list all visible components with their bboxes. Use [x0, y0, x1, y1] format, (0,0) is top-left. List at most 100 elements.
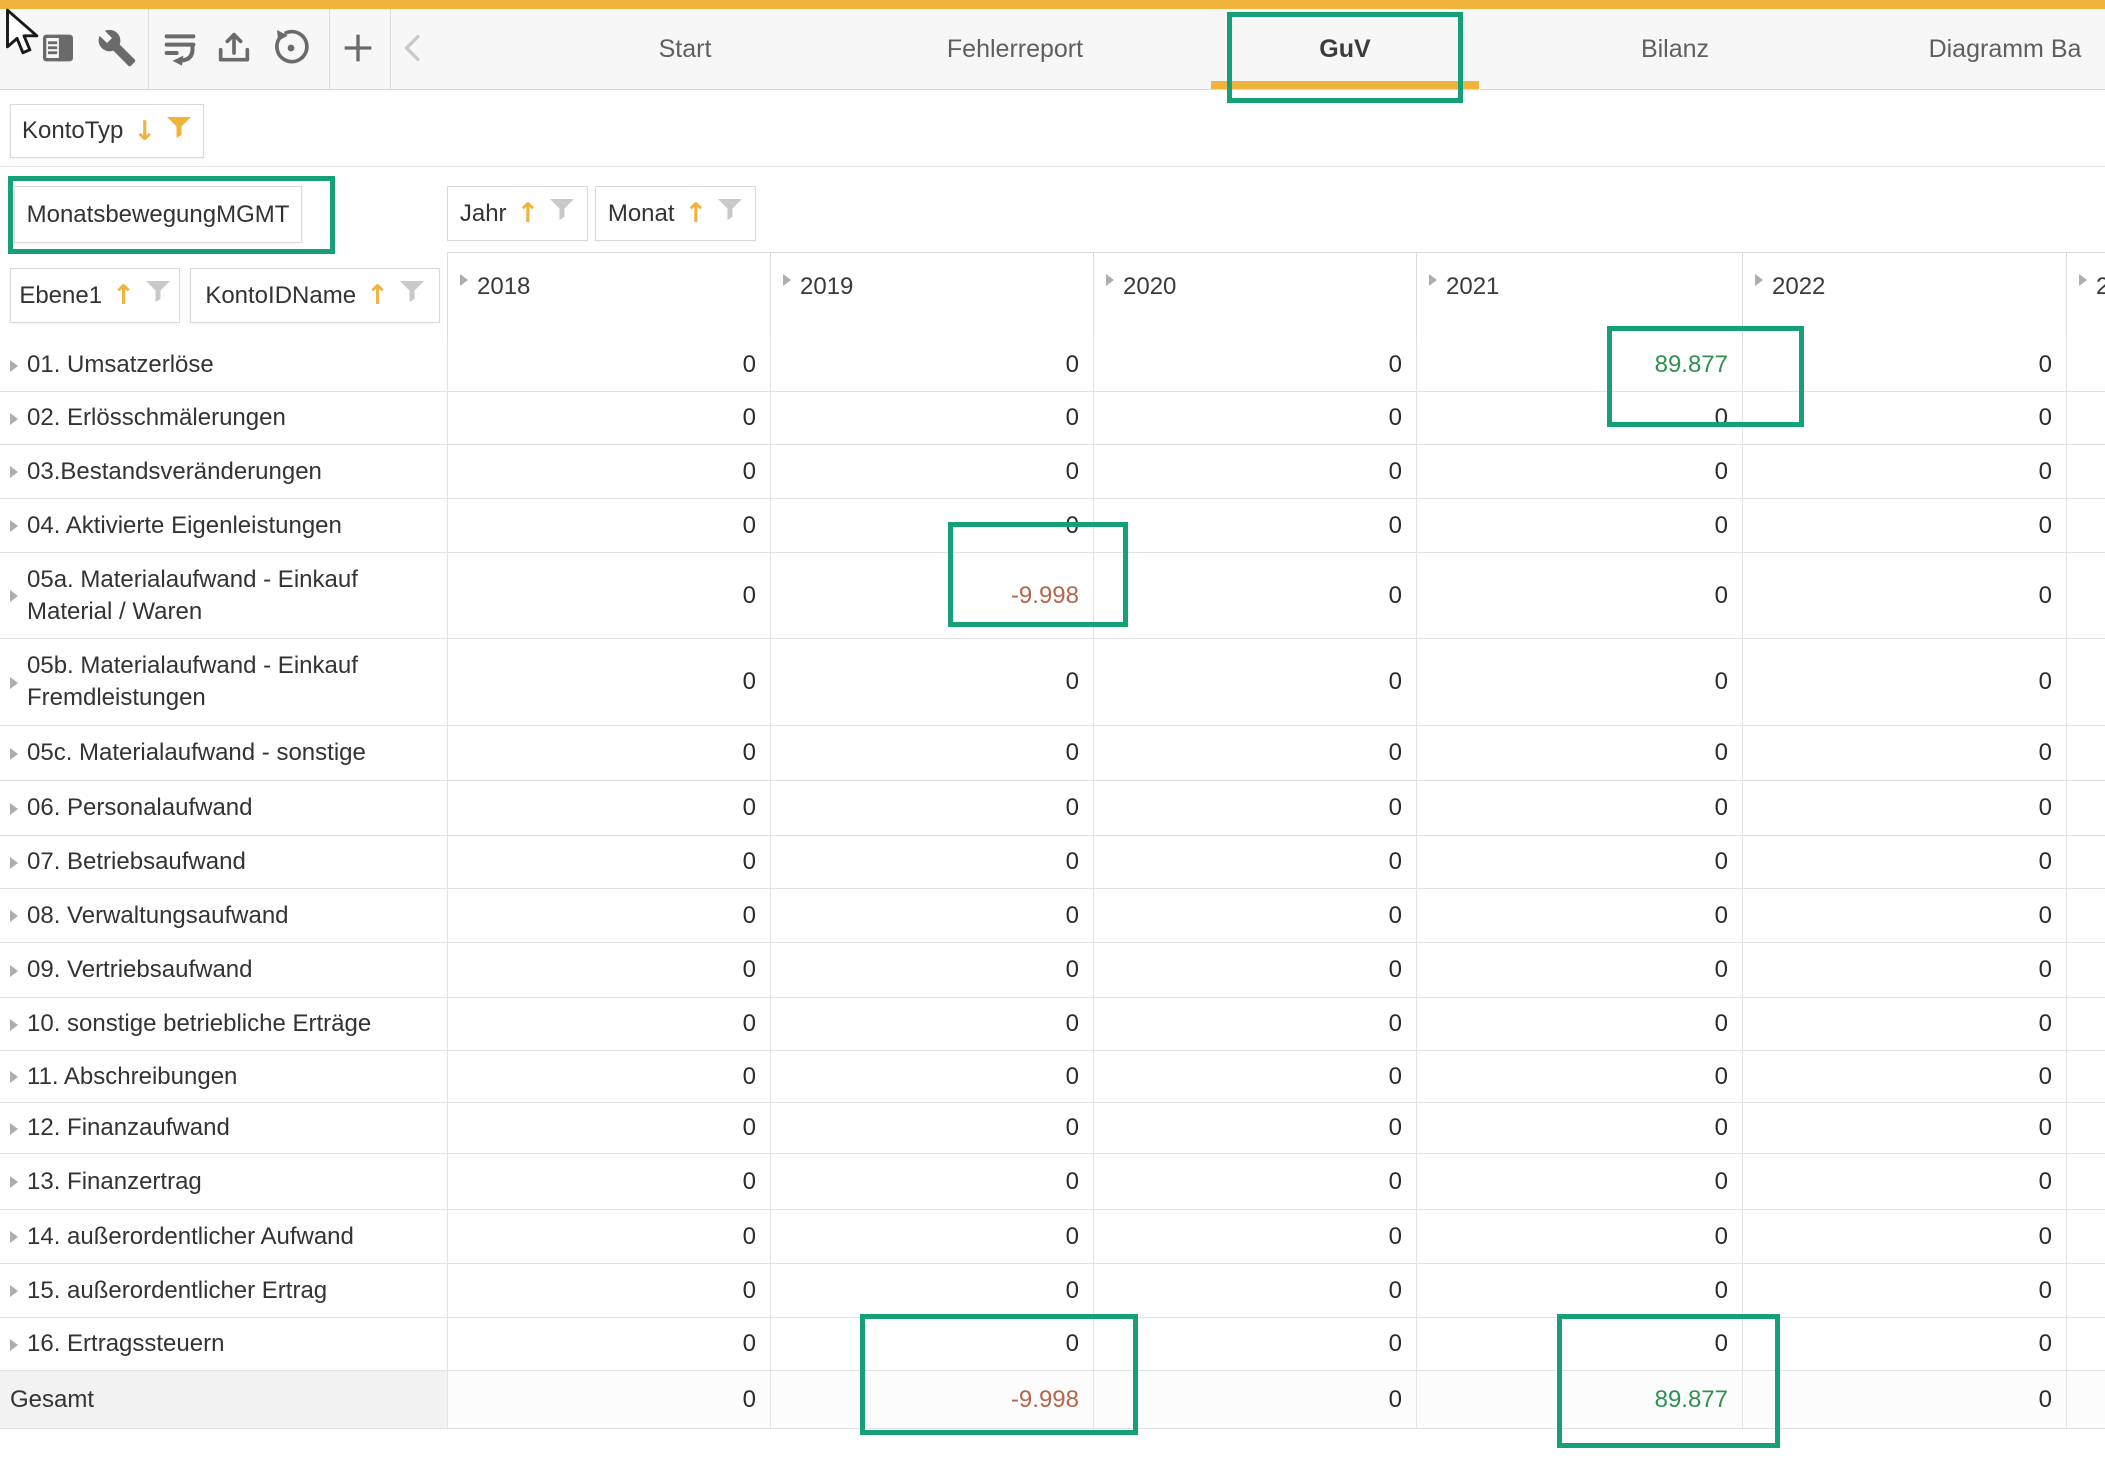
- row-label-cell[interactable]: 02. Erlösschmälerungen: [0, 392, 447, 444]
- value-cell: 0: [1742, 1051, 2066, 1102]
- tab-label: Fehlerreport: [947, 35, 1083, 64]
- row-field-kontoidname-button[interactable]: KontoIDName ↑: [190, 268, 440, 323]
- tab-bilanz[interactable]: Bilanz: [1510, 9, 1840, 89]
- table-row: 10. sonstige betriebliche Erträge00000: [0, 998, 2105, 1051]
- row-label: 10. sonstige betriebliche Erträge: [27, 1008, 371, 1040]
- value-cell: 0: [1742, 553, 2066, 638]
- row-label-cell[interactable]: 05c. Materialaufwand - sonstige: [0, 726, 447, 780]
- value-cell: 0: [1742, 1210, 2066, 1263]
- expand-triangle-icon: [10, 466, 18, 478]
- value-cell: 0: [1416, 499, 1742, 552]
- row-label: 13. Finanzertrag: [27, 1166, 202, 1198]
- back-chevron-icon: [398, 28, 432, 71]
- row-label-cell[interactable]: 03.Bestandsveränderungen: [0, 445, 447, 498]
- row-field-ebene1-button[interactable]: Ebene1 ↑: [10, 268, 180, 323]
- value-cell: 0: [1093, 836, 1416, 888]
- toolbar: Start Fehlerreport GuVBilanzDiagramm Ba: [0, 9, 2105, 90]
- list-import-button[interactable]: [157, 26, 203, 72]
- settings-wrench-button[interactable]: [94, 26, 140, 72]
- column-header-label: 2: [2096, 273, 2105, 301]
- value-cell: 0: [1093, 445, 1416, 498]
- value-cell: 0: [1093, 1103, 1416, 1153]
- row-label-cell[interactable]: 10. sonstige betriebliche Erträge: [0, 998, 447, 1050]
- column-header-2021[interactable]: 2021: [1416, 253, 1742, 339]
- expand-triangle-icon: [10, 910, 18, 922]
- value-cell: 0: [447, 726, 770, 780]
- measure-button[interactable]: MonatsbewegungMGMT: [14, 186, 302, 243]
- value-cell: -9.998: [770, 553, 1093, 638]
- column-header-2020[interactable]: 2020: [1093, 253, 1416, 339]
- filter-funnel-icon: [549, 198, 575, 229]
- value-cell: -9.998: [770, 1371, 1093, 1428]
- sort-descending-arrow: ↓: [133, 118, 156, 145]
- expand-triangle-icon: [10, 1285, 18, 1297]
- value-cell: 0: [1742, 1264, 2066, 1317]
- table-row: 15. außerordentlicher Ertrag00000: [0, 1264, 2105, 1318]
- value-cell: [2066, 499, 2105, 552]
- value-cell: 0: [1742, 1154, 2066, 1209]
- column-field-monat-button[interactable]: Monat ↑: [595, 186, 756, 241]
- value-cell: 0: [1416, 1318, 1742, 1370]
- row-label-cell[interactable]: 06. Personalaufwand: [0, 781, 447, 835]
- filter-funnel-icon: [145, 280, 171, 311]
- value-cell: 0: [1093, 889, 1416, 942]
- value-cell: [2066, 998, 2105, 1050]
- report-panel-button[interactable]: [35, 26, 81, 72]
- expand-triangle-icon: [10, 1176, 18, 1188]
- row-label-cell[interactable]: 14. außerordentlicher Aufwand: [0, 1210, 447, 1263]
- row-label-cell[interactable]: 11. Abschreibungen: [0, 1051, 447, 1102]
- value-cell: 0: [447, 1264, 770, 1317]
- value-cell: 0: [1742, 392, 2066, 444]
- expand-triangle-icon: [10, 1019, 18, 1031]
- year-column-headers: 2018 201920202021 2022 2: [447, 252, 2105, 340]
- export-upload-button[interactable]: [211, 26, 257, 72]
- value-cell: [2066, 781, 2105, 835]
- column-header-2[interactable]: 2: [2066, 253, 2105, 339]
- tab-guv[interactable]: GuV: [1180, 9, 1510, 89]
- row-label-cell[interactable]: 15. außerordentlicher Ertrag: [0, 1264, 447, 1317]
- row-label-cell[interactable]: 05a. Materialaufwand - Einkauf Material …: [0, 553, 447, 638]
- value-cell: 0: [1416, 1264, 1742, 1317]
- value-cell: [2066, 1103, 2105, 1153]
- history-restore-button[interactable]: [268, 26, 314, 72]
- value-cell: [2066, 639, 2105, 725]
- row-label-cell[interactable]: 12. Finanzaufwand: [0, 1103, 447, 1153]
- value-cell: 0: [447, 553, 770, 638]
- column-header-2019[interactable]: 2019: [770, 253, 1093, 339]
- row-label-cell[interactable]: 05b. Materialaufwand - Einkauf Fremdleis…: [0, 639, 447, 725]
- column-header-2022[interactable]: 2022: [1742, 253, 2066, 339]
- row-label-cell[interactable]: 04. Aktivierte Eigenleistungen: [0, 499, 447, 552]
- value-cell: 0: [1742, 726, 2066, 780]
- tab-start[interactable]: Start: [520, 9, 850, 89]
- expand-triangle-icon: [10, 1231, 18, 1243]
- value-cell: 0: [1742, 998, 2066, 1050]
- row-label-cell[interactable]: 13. Finanzertrag: [0, 1154, 447, 1209]
- row-label: 07. Betriebsaufwand: [27, 846, 246, 878]
- value-cell: [2066, 1371, 2105, 1428]
- value-cell: 0: [1742, 1103, 2066, 1153]
- value-cell: 0: [447, 836, 770, 888]
- row-label-cell[interactable]: 08. Verwaltungsaufwand: [0, 889, 447, 942]
- value-cell: 0: [1416, 726, 1742, 780]
- column-header-2018[interactable]: 2018: [447, 253, 770, 339]
- column-header-label: 2018: [477, 273, 530, 301]
- table-row: 07. Betriebsaufwand00000: [0, 836, 2105, 889]
- value-cell: 0: [447, 1318, 770, 1370]
- tab-diagramm-ba[interactable]: Diagramm Ba: [1840, 9, 2105, 89]
- value-cell: 0: [1742, 445, 2066, 498]
- sort-ascending-arrow: ↑: [685, 200, 708, 227]
- value-cell: [2066, 1264, 2105, 1317]
- value-cell: 0: [770, 998, 1093, 1050]
- add-button[interactable]: [335, 26, 381, 72]
- nav-back-button[interactable]: [398, 26, 432, 72]
- row-label-cell[interactable]: 16. Ertragssteuern: [0, 1318, 447, 1370]
- kontotyp-filter-button[interactable]: KontoTyp ↓: [10, 104, 204, 158]
- expand-triangle-icon: [1106, 274, 1114, 286]
- row-label-cell[interactable]: 07. Betriebsaufwand: [0, 836, 447, 888]
- row-label-cell[interactable]: 01. Umsatzerlöse: [0, 339, 447, 391]
- tab-fehlerreport[interactable]: Fehlerreport: [850, 9, 1180, 89]
- column-header-label: 2022: [1772, 273, 1825, 301]
- row-label-cell[interactable]: 09. Vertriebsaufwand: [0, 943, 447, 997]
- row-label: 08. Verwaltungsaufwand: [27, 900, 289, 932]
- column-field-jahr-button[interactable]: Jahr ↑: [447, 186, 588, 241]
